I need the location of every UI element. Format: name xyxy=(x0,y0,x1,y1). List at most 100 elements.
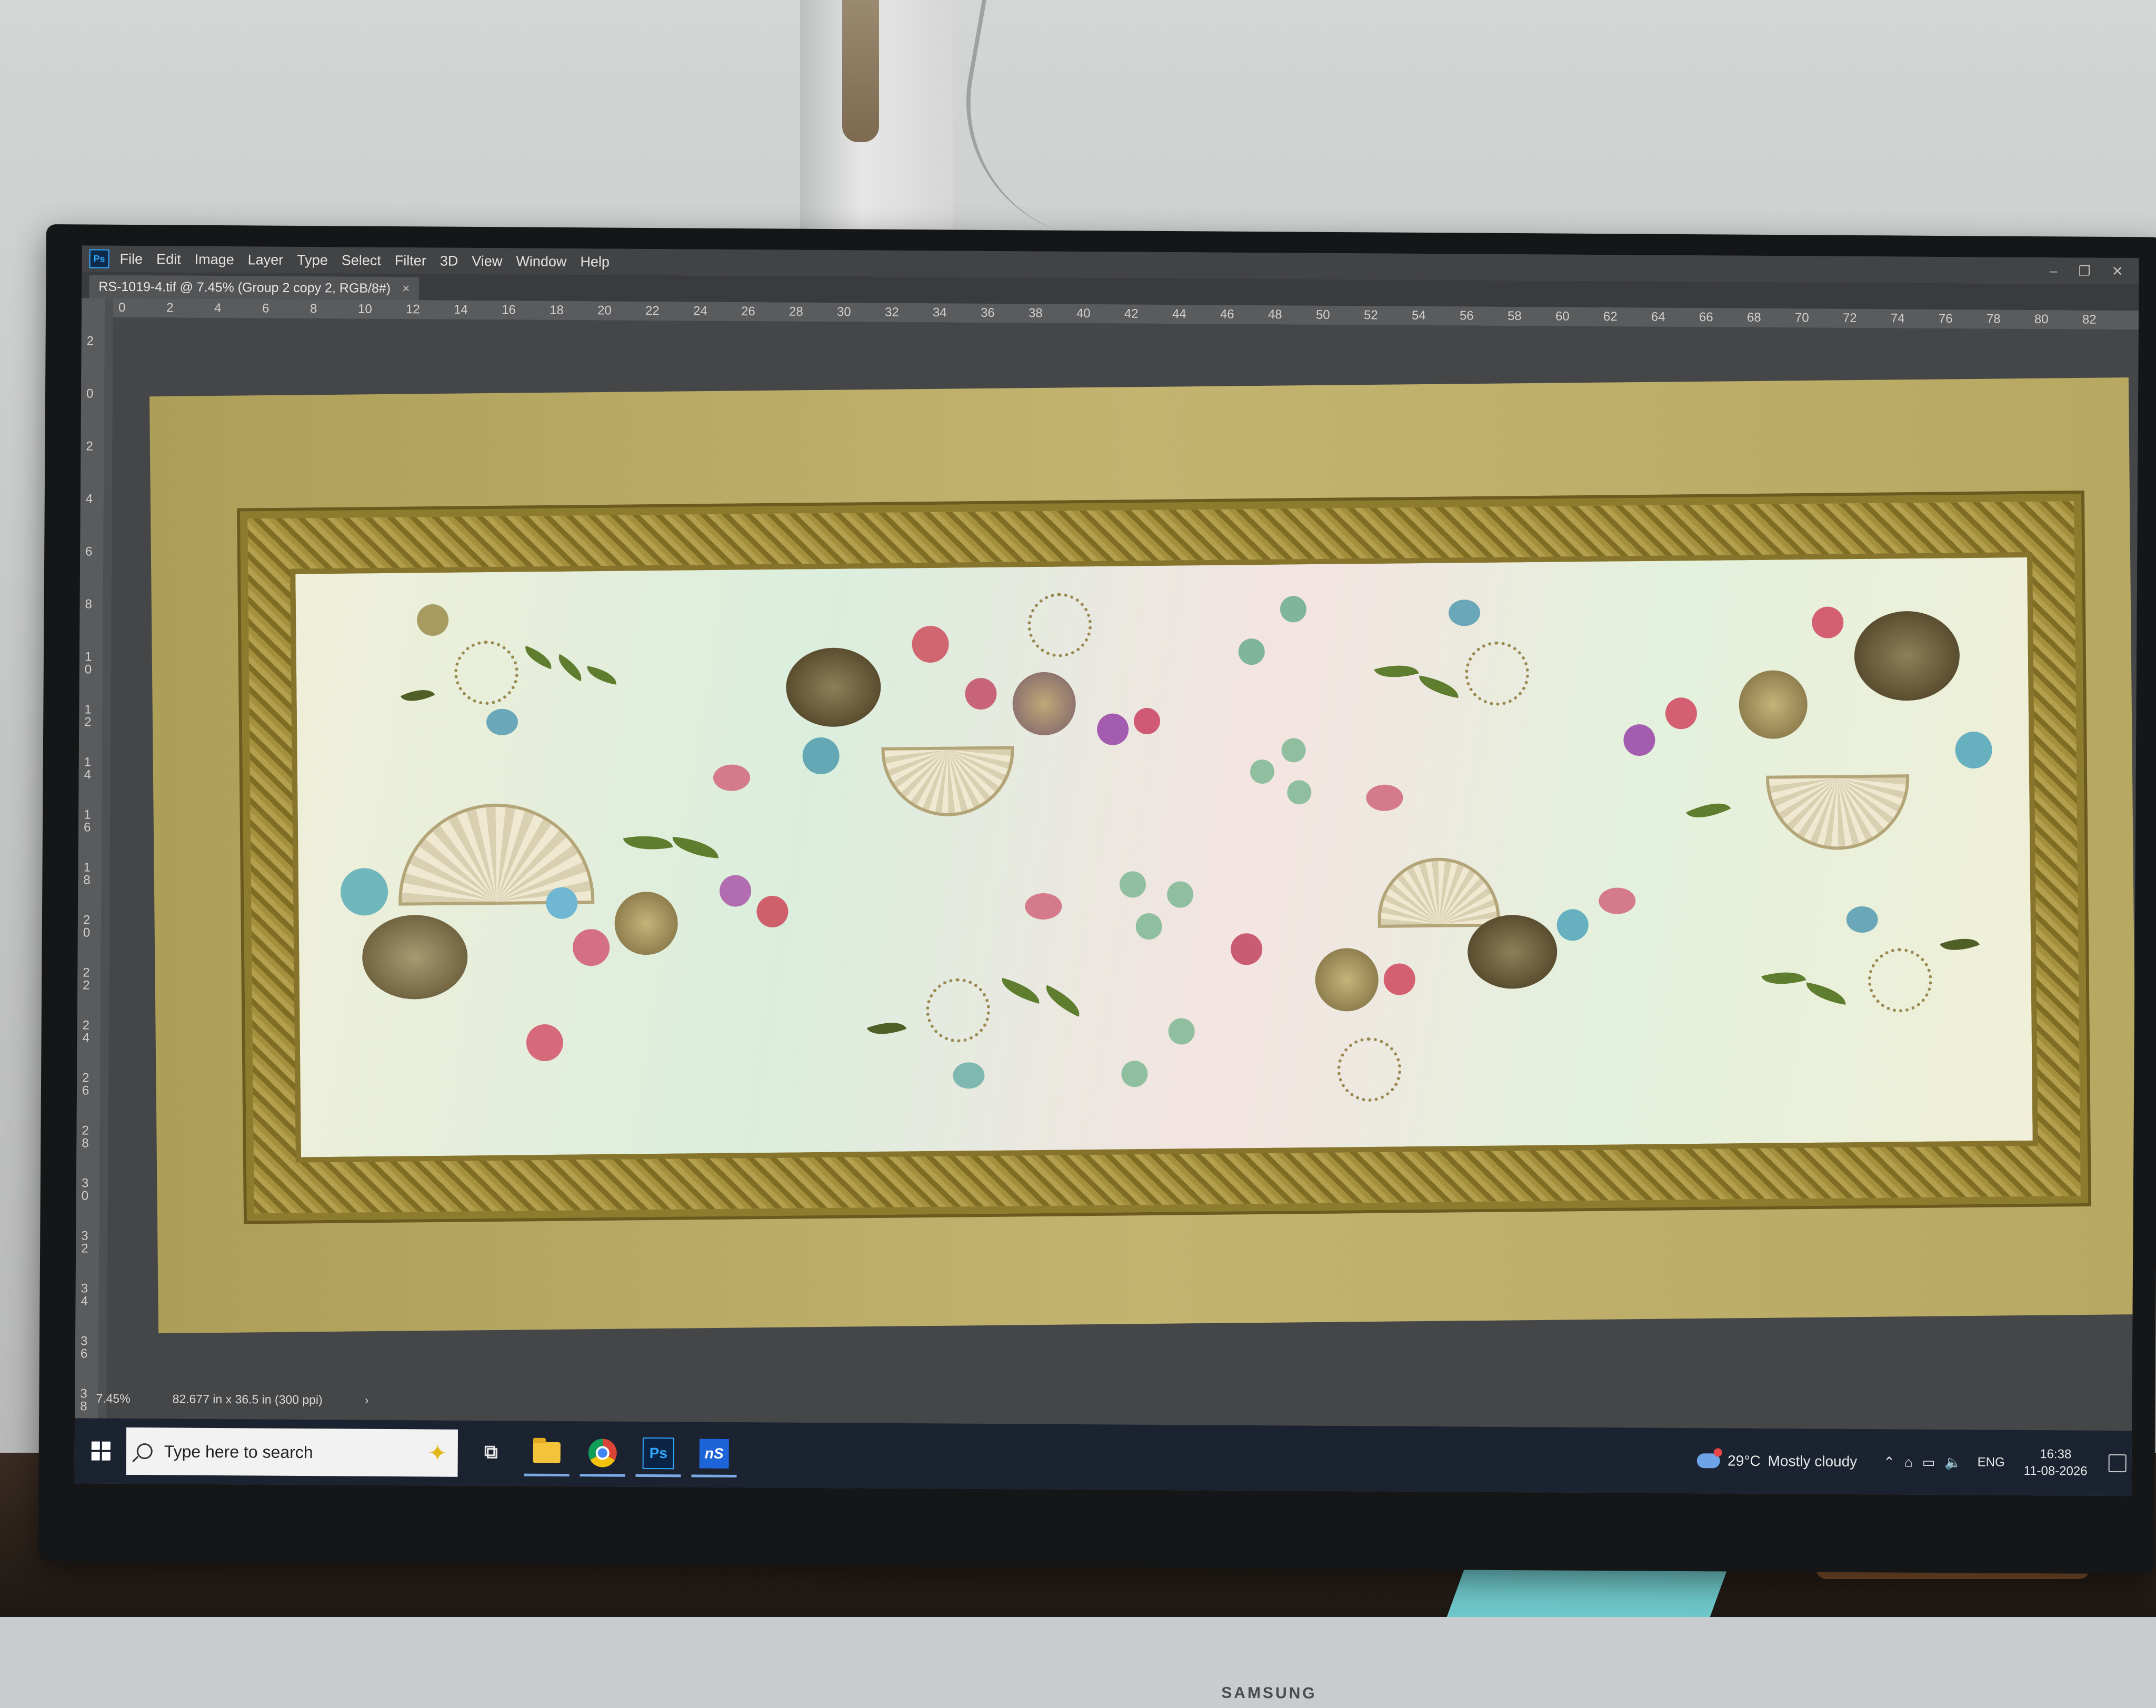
ruler-tick-label: 32 xyxy=(81,1228,88,1256)
artwork-large-flower xyxy=(785,647,882,727)
device-icon[interactable]: ⌂ xyxy=(1904,1454,1913,1470)
menu-layer[interactable]: Layer xyxy=(248,252,284,268)
menu-window[interactable]: Window xyxy=(516,253,566,270)
ruler-tick-label: 66 xyxy=(1699,310,1713,325)
ruler-tick-label: 2 xyxy=(86,439,93,454)
artwork-small-flower xyxy=(1238,638,1265,665)
ruler-tick-label: 26 xyxy=(741,304,755,319)
ruler-tick-label: 74 xyxy=(1890,311,1905,326)
artwork-bud xyxy=(416,604,449,636)
ruler-tick-label: 16 xyxy=(83,807,91,835)
artwork-leaf xyxy=(998,977,1043,1004)
ruler-tick-label: 8 xyxy=(310,302,317,316)
ruler-tick-label: 64 xyxy=(1651,309,1665,324)
file-explorer-icon[interactable] xyxy=(524,1431,570,1477)
notification-icon[interactable] xyxy=(2108,1454,2127,1473)
ruler-tick-label: 6 xyxy=(262,301,270,316)
artwork-ring-motif xyxy=(454,640,519,705)
ruler-tick-label: 22 xyxy=(83,965,90,993)
ruler-tick-label: 10 xyxy=(357,302,372,316)
artwork-blue-flower xyxy=(545,887,578,920)
artwork-purple-flower xyxy=(1096,713,1129,745)
ruler-tick-label: 72 xyxy=(1842,311,1857,326)
ruler-tick-label: 46 xyxy=(1220,307,1234,322)
wall-stain xyxy=(842,0,879,142)
ruler-tick-label: 50 xyxy=(1315,307,1330,322)
ruler-tick-label: 36 xyxy=(980,305,995,321)
ruler-tick-label: 26 xyxy=(82,1071,89,1098)
chrome-icon[interactable] xyxy=(580,1431,626,1477)
minimize-icon[interactable]: – xyxy=(2050,263,2058,279)
ruler-tick-label: 58 xyxy=(1507,308,1522,324)
menu-type[interactable]: Type xyxy=(297,252,328,268)
zoom-level[interactable]: 7.45% xyxy=(96,1391,130,1405)
artwork-document[interactable] xyxy=(149,377,2138,1334)
artwork-pink-flower xyxy=(756,895,788,928)
ruler-tick-label: 54 xyxy=(1411,308,1426,323)
artwork-fan-motif xyxy=(1766,774,1910,851)
menu-3d[interactable]: 3D xyxy=(440,253,458,269)
ruler-tick-label: 8 xyxy=(85,597,93,612)
menu-help[interactable]: Help xyxy=(580,254,610,270)
artwork-large-flower xyxy=(1467,914,1558,990)
artwork-pink-flower xyxy=(965,677,997,710)
artwork-center-panel xyxy=(290,552,2038,1163)
artwork-fan-motif xyxy=(1377,857,1500,928)
artwork-leaf xyxy=(1804,982,1848,1005)
ruler-tick-label: 12 xyxy=(405,302,420,317)
taskbar-search[interactable]: Type here to search ✦ xyxy=(126,1427,458,1477)
ruler-tick-label: 38 xyxy=(1028,306,1043,321)
ruler-tick-label: 28 xyxy=(788,304,803,319)
ns-app-icon[interactable]: nS xyxy=(691,1432,737,1478)
ruler-tick-label: 80 xyxy=(2034,312,2049,327)
ruler-vertical[interactable]: 2 0 2 4 6 8 10 12 14 16 18 20 22 24 26 28 30 32 34 36 38 xyxy=(74,298,105,1456)
status-menu-arrow-icon[interactable]: › xyxy=(365,1393,369,1407)
ruler-tick-label: 0 xyxy=(86,386,94,401)
ruler-tick-label: 44 xyxy=(1172,307,1186,322)
ruler-tick-label: 48 xyxy=(1267,307,1282,322)
artwork-leaf xyxy=(866,1015,907,1042)
artwork-bud xyxy=(1025,893,1062,920)
ruler-tick-label: 14 xyxy=(84,755,92,782)
ruler-tick-label: 62 xyxy=(1603,309,1618,324)
ruler-tick-label: 22 xyxy=(645,303,660,318)
ruler-tick-label: 4 xyxy=(214,301,222,316)
artwork-bud xyxy=(1448,599,1481,626)
clock-date: 11-08-2026 xyxy=(2023,1463,2088,1479)
task-view-icon[interactable]: ⧉ xyxy=(468,1431,514,1476)
canvas-area[interactable] xyxy=(106,317,2139,1467)
ruler-tick-label: 32 xyxy=(884,305,899,319)
close-icon[interactable]: ✕ xyxy=(2112,263,2123,279)
photoshop-logo-icon[interactable]: Ps xyxy=(89,249,109,268)
tab-close-icon[interactable]: × xyxy=(402,281,410,296)
menu-file[interactable]: File xyxy=(120,251,143,267)
weather-widget[interactable]: 29°C Mostly cloudy xyxy=(1696,1452,1857,1470)
menu-filter[interactable]: Filter xyxy=(395,253,426,269)
language-indicator[interactable]: ENG xyxy=(1978,1455,2005,1470)
document-tab[interactable]: RS-1019-4.tif @ 7.45% (Group 2 copy 2, R… xyxy=(89,275,420,301)
menu-image[interactable]: Image xyxy=(195,251,234,267)
volume-icon[interactable]: 🔈 xyxy=(1944,1454,1962,1471)
ruler-tick-label: 12 xyxy=(84,702,92,730)
ruler-tick-label: 6 xyxy=(85,544,93,559)
restore-icon[interactable]: ❐ xyxy=(2078,263,2090,279)
artwork-purple-flower xyxy=(719,875,752,907)
menu-view[interactable]: View xyxy=(472,253,502,269)
ruler-tick-label: 70 xyxy=(1794,311,1809,325)
network-icon[interactable]: ▭ xyxy=(1922,1454,1935,1470)
artwork-small-flower xyxy=(1119,871,1146,898)
ruler-tick-label: 68 xyxy=(1746,310,1761,325)
menu-select[interactable]: Select xyxy=(342,252,381,268)
artwork-small-flower xyxy=(1281,738,1306,763)
ruler-tick-label: 30 xyxy=(81,1176,89,1203)
system-clock[interactable]: 16:38 11-08-2026 xyxy=(2024,1446,2088,1480)
ruler-tick-label: 36 xyxy=(80,1334,88,1361)
chevron-up-icon[interactable]: ⌃ xyxy=(1883,1454,1895,1470)
windows-start-icon[interactable] xyxy=(80,1430,122,1472)
ruler-tick-label: 60 xyxy=(1555,309,1570,324)
menu-edit[interactable]: Edit xyxy=(156,251,181,267)
artwork-leaf xyxy=(1761,965,1806,992)
ruler-tick-label: 76 xyxy=(1938,311,1953,326)
artwork-blue-flower xyxy=(340,867,388,916)
photoshop-taskbar-icon[interactable]: Ps xyxy=(635,1431,682,1477)
